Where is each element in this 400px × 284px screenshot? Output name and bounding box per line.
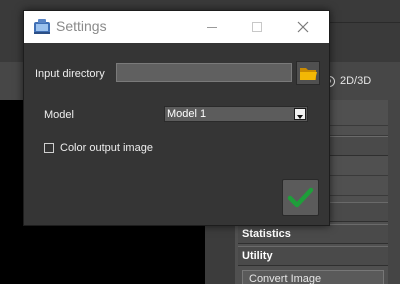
maximize-button[interactable] (234, 11, 279, 43)
view-mode-radio[interactable]: 2D/3D (324, 75, 371, 87)
input-directory-field[interactable] (116, 63, 292, 82)
checkmark-icon (287, 187, 314, 208)
close-icon (297, 21, 308, 33)
view-mode-label: 2D/3D (340, 75, 372, 87)
ok-button[interactable] (282, 179, 319, 216)
section-header-utility[interactable]: Utility (238, 246, 388, 266)
model-label: Model (44, 109, 74, 121)
section-header-statistics[interactable]: Statistics (238, 224, 388, 244)
browse-directory-button[interactable] (296, 61, 320, 85)
minimize-icon (206, 26, 217, 28)
dialog-titlebar[interactable]: Settings (24, 11, 329, 43)
input-directory-label: Input directory (35, 68, 105, 80)
minimize-button[interactable] (189, 11, 234, 43)
toolbar-divider (330, 22, 400, 23)
maximize-icon (251, 22, 262, 32)
close-button[interactable] (280, 11, 325, 43)
tools-panel-scrollbar[interactable] (388, 100, 400, 284)
folder-icon (300, 68, 317, 80)
chevron-down-icon[interactable] (294, 108, 306, 120)
checkbox-box[interactable] (44, 143, 54, 153)
model-select-value: Model 1 (167, 108, 207, 120)
color-output-checkbox[interactable]: Color output image (44, 142, 153, 154)
model-select[interactable]: Model 1 (164, 106, 308, 122)
settings-dialog: Settings Input directory Model Model 1 C… (23, 10, 330, 226)
settings-app-icon (34, 19, 50, 34)
convert-image-button[interactable]: Convert Image (242, 270, 384, 284)
color-output-label: Color output image (60, 142, 153, 154)
dialog-title: Settings (56, 18, 107, 34)
